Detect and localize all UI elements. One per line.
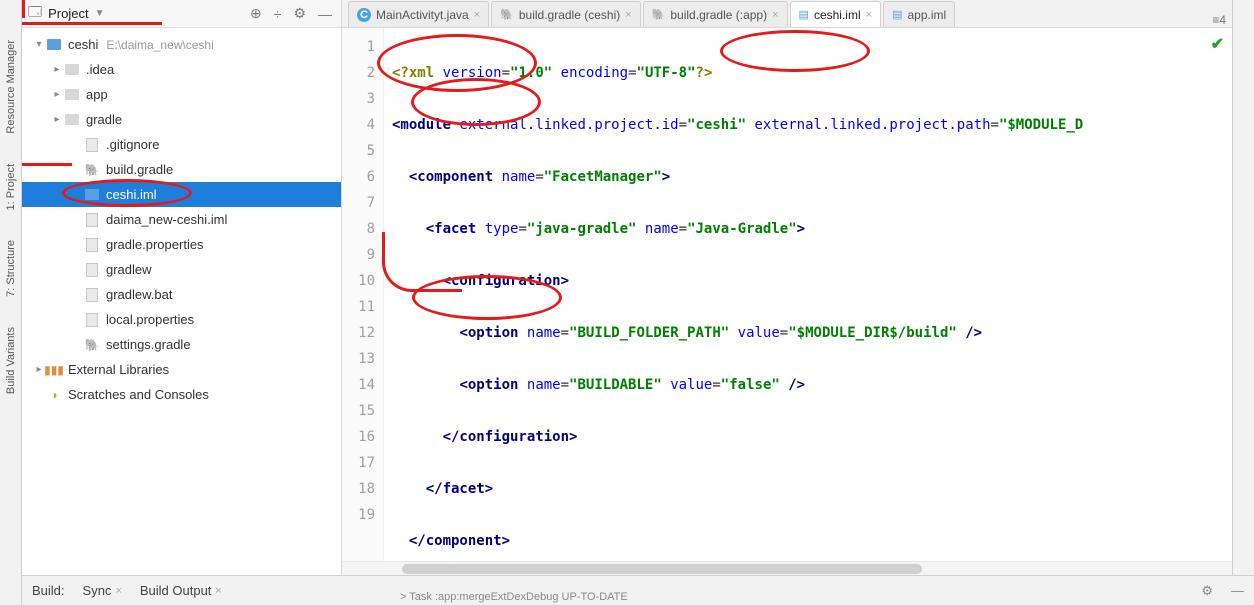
build-label: Build: <box>32 583 65 598</box>
close-icon[interactable]: × <box>115 585 121 597</box>
tab-ceshi-iml[interactable]: ▤ ceshi.iml × <box>790 1 882 27</box>
gradle-icon: 🐘 <box>500 8 514 21</box>
line-gutter: 123456789 10111213141516171819 <box>342 28 384 561</box>
gradle-icon: 🐘 <box>652 8 666 21</box>
folder-icon <box>64 62 80 78</box>
tree-file-ceshi-iml[interactable]: ceshi.iml <box>22 182 341 207</box>
target-icon[interactable]: ⊕ <box>247 5 265 22</box>
tree-root-path: E:\daima_new\ceshi <box>106 38 213 52</box>
hide-icon[interactable]: — <box>315 6 335 22</box>
tree-file-daima-iml[interactable]: daima_new-ceshi.iml <box>22 207 341 232</box>
tree-file-gradlew-bat[interactable]: gradlew.bat <box>22 282 341 307</box>
project-dropdown[interactable]: Project <box>48 6 88 21</box>
tree-folder-idea[interactable]: ▸ .idea <box>22 57 341 82</box>
chevron-right-icon[interactable]: ▸ <box>50 89 64 100</box>
file-icon <box>84 212 100 228</box>
chevron-right-icon[interactable]: ▸ <box>50 114 64 125</box>
file-icon: ▤ <box>799 8 809 21</box>
hide-icon[interactable]: — <box>1231 583 1244 598</box>
tab-overflow-indicator[interactable]: ≡4 <box>1206 13 1232 27</box>
tree-file-settings-gradle[interactable]: 🐘 settings.gradle <box>22 332 341 357</box>
project-sidebar: 🗔 Project ▼ ⊕ ÷ ⚙ — ▾ ceshi E:\daima_new… <box>22 0 342 575</box>
task-output-line: > Task :app:mergeExtDexDebug UP-TO-DATE <box>400 591 628 603</box>
file-icon <box>84 237 100 253</box>
build-variants-tab[interactable]: Build Variants <box>5 327 17 394</box>
editor-tabs: C MainActivityt.java × 🐘 build.gradle (c… <box>342 0 1232 28</box>
tree-file-gradlew[interactable]: gradlew <box>22 257 341 282</box>
close-icon[interactable]: × <box>625 9 631 21</box>
left-tool-strip: Resource Manager 1: Project 7: Structure… <box>0 0 22 605</box>
collapse-icon[interactable]: ÷ <box>271 6 285 22</box>
scratches-icon: ◑ <box>46 387 62 403</box>
editor-panel: C MainActivityt.java × 🐘 build.gradle (c… <box>342 0 1232 575</box>
folder-icon <box>46 37 62 53</box>
tree-folder-app[interactable]: ▸ app <box>22 82 341 107</box>
tree-root-label: ceshi <box>68 37 98 52</box>
tree-file-gradle-properties[interactable]: gradle.properties <box>22 232 341 257</box>
tab-mainactivity[interactable]: C MainActivityt.java × <box>348 1 489 27</box>
tab-app-iml[interactable]: ▤ app.iml <box>883 1 955 27</box>
editor-body: ✔ 123456789 10111213141516171819 <?xml v… <box>342 28 1232 561</box>
tab-build-gradle-app[interactable]: 🐘 build.gradle (:app) × <box>643 1 788 27</box>
tab-build-gradle-ceshi[interactable]: 🐘 build.gradle (ceshi) × <box>491 1 641 27</box>
tree-file-local-properties[interactable]: local.properties <box>22 307 341 332</box>
tree-external-libraries[interactable]: ▸ ▮▮▮ External Libraries <box>22 357 341 382</box>
gear-icon[interactable]: ⚙ <box>290 5 309 22</box>
project-tab[interactable]: 1: Project <box>5 164 17 210</box>
folder-icon <box>64 87 80 103</box>
file-icon <box>84 287 100 303</box>
sync-tab[interactable]: Sync × <box>83 583 122 598</box>
gradle-icon: 🐘 <box>84 337 100 353</box>
check-icon: ✔ <box>1211 34 1224 54</box>
gear-icon[interactable]: ⚙ <box>1201 583 1213 599</box>
file-icon <box>84 312 100 328</box>
file-icon: ▤ <box>892 8 902 21</box>
chevron-right-icon[interactable]: ▸ <box>50 64 64 75</box>
close-icon[interactable]: × <box>215 585 221 597</box>
tree-file-build-gradle[interactable]: 🐘 build.gradle <box>22 157 341 182</box>
close-icon[interactable]: × <box>772 9 778 21</box>
tree-scratches[interactable]: ◑ Scratches and Consoles <box>22 382 341 407</box>
resource-manager-tab[interactable]: Resource Manager <box>5 40 17 134</box>
file-icon <box>84 187 100 203</box>
horizontal-scrollbar[interactable] <box>342 561 1232 575</box>
project-header: 🗔 Project ▼ ⊕ ÷ ⚙ — <box>22 0 341 28</box>
code-editor[interactable]: <?xml version="1.0" encoding="UTF-8"?> <… <box>384 28 1232 561</box>
tree-root[interactable]: ▾ ceshi E:\daima_new\ceshi <box>22 32 341 57</box>
library-icon: ▮▮▮ <box>46 362 62 378</box>
build-output-tab[interactable]: Build Output × <box>140 583 222 598</box>
close-icon[interactable]: × <box>866 9 872 21</box>
close-icon[interactable]: × <box>474 9 480 21</box>
project-tree[interactable]: ▾ ceshi E:\daima_new\ceshi ▸ .idea ▸ app… <box>22 28 341 575</box>
java-class-icon: C <box>357 8 371 22</box>
project-icon: 🗔 <box>28 3 42 25</box>
file-icon <box>84 262 100 278</box>
folder-icon <box>64 112 80 128</box>
chevron-down-icon[interactable]: ▼ <box>95 8 105 19</box>
file-icon <box>84 137 100 153</box>
gradle-icon: 🐘 <box>84 162 100 178</box>
right-tool-strip <box>1232 0 1254 575</box>
chevron-down-icon[interactable]: ▾ <box>32 39 46 50</box>
tree-folder-gradle[interactable]: ▸ gradle <box>22 107 341 132</box>
build-tool-window-header: Build: Sync × Build Output × ⚙ — <box>22 575 1254 605</box>
tree-file-gitignore[interactable]: .gitignore <box>22 132 341 157</box>
structure-tab[interactable]: 7: Structure <box>5 240 17 297</box>
